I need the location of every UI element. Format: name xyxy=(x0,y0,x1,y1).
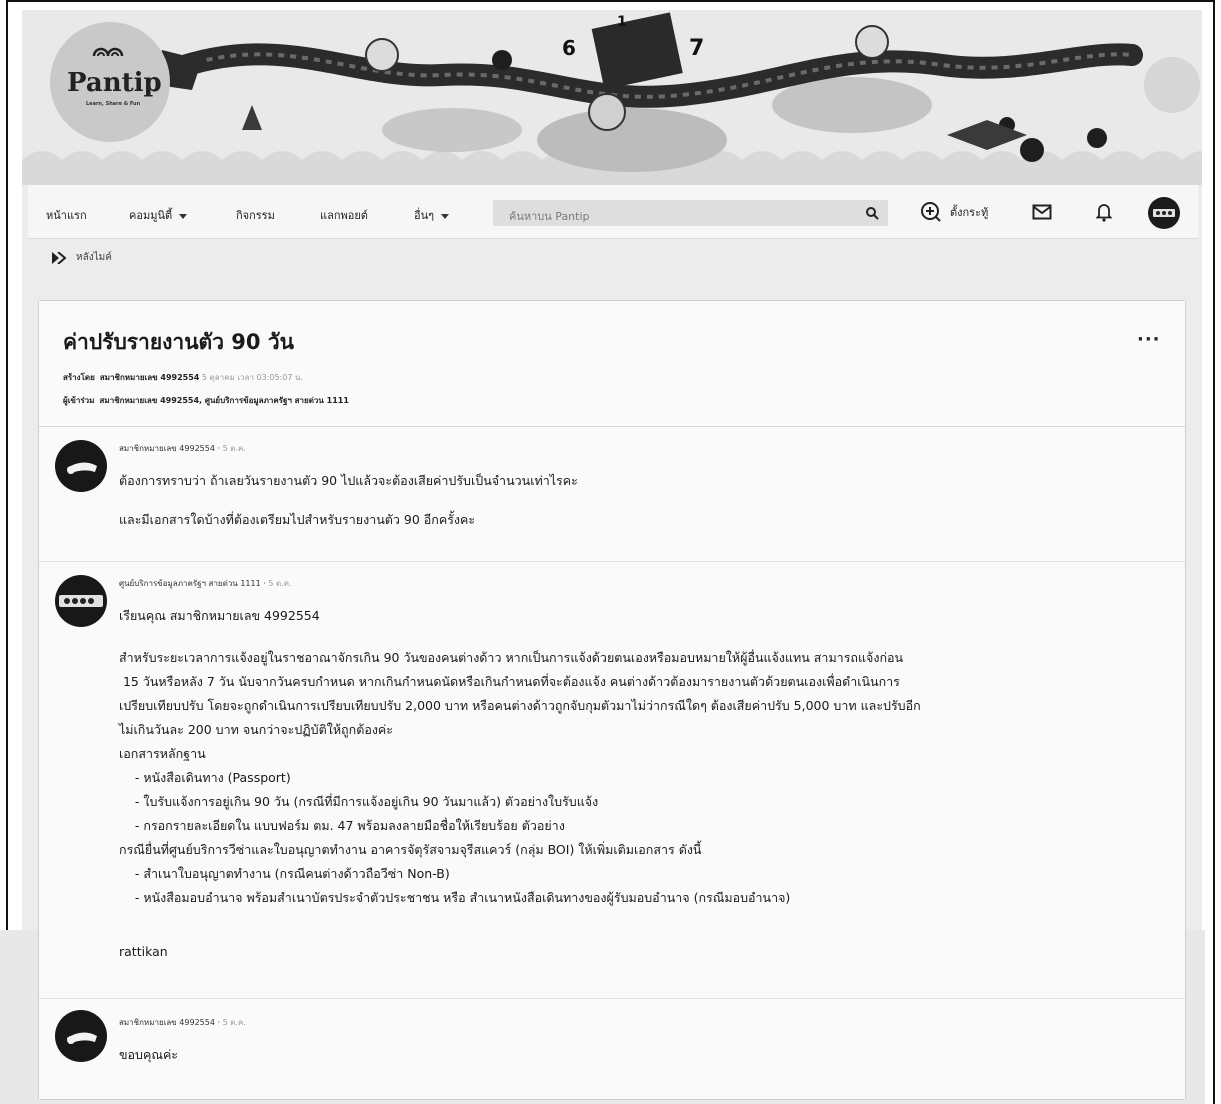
bell-icon[interactable] xyxy=(1096,202,1112,222)
pantip-logo[interactable]: Pantip Learn, Share & Fun xyxy=(50,22,170,142)
post-author-name[interactable]: สมาชิกหมายเลข 4992554 xyxy=(119,1018,215,1027)
search-input[interactable]: ค้นหาบน Pantip xyxy=(509,207,590,225)
add-topic-icon xyxy=(921,202,941,222)
nav-activities[interactable]: กิจกรรม xyxy=(236,206,275,224)
topic-participants: ผู้เข้าร่วม สมาชิกหมายเลข 4992554, ศูนย์… xyxy=(63,394,349,407)
logo-tagline: Learn, Share & Fun xyxy=(86,101,141,107)
mail-icon[interactable] xyxy=(1032,204,1052,220)
avatar-helmet-icon xyxy=(67,462,97,474)
banner-number-1: 1 xyxy=(617,14,627,30)
created-by-label: สร้างโดย xyxy=(63,373,95,382)
topic-title: ค่าปรับรายงานตัว 90 วัน xyxy=(63,330,294,354)
avatar-pattern-icon xyxy=(1153,209,1175,217)
avatar-helmet-icon xyxy=(67,1032,97,1044)
post-time: 5 ต.ค. xyxy=(268,579,292,588)
message-thread: ค่าปรับรายงานตัว 90 วัน ··· สร้างโดย สมา… xyxy=(38,300,1186,1100)
top-navbar: หน้าแรก คอมมูนิตี้ กิจกรรม แลกพอยต์ อื่น… xyxy=(28,185,1198,239)
post-author: สมาชิกหมายเลข 4992554 · 5 ต.ค. xyxy=(119,1018,246,1027)
message-item: ศูนย์บริการข้อมูลภาครัฐฯ สายด่วน 1111 · … xyxy=(39,563,1185,999)
search-box[interactable]: ค้นหาบน Pantip xyxy=(493,200,888,226)
message-line: - สำเนาใบอนุญาตทำงาน (กรณีคนต่างด้าวถือว… xyxy=(119,866,450,881)
message-line: 15 วันหรือหลัง 7 วัน นับจากวันครบกำหนด ห… xyxy=(119,674,900,689)
message-item: สมาชิกหมายเลข 4992554 · 5 ต.ค. ต้องการทร… xyxy=(39,428,1185,562)
post-time: 5 ต.ค. xyxy=(222,1018,246,1027)
header-banner: 6 1 7 Pantip Learn, Share & Fun xyxy=(22,10,1202,185)
nav-pantip-point[interactable]: แลกพอยต์ xyxy=(320,206,368,224)
nav-more-label: อื่นๆ xyxy=(414,209,435,222)
message-line: เอกสารหลักฐาน xyxy=(119,746,206,761)
post-author: สมาชิกหมายเลข 4992554 · 5 ต.ค. xyxy=(119,444,246,453)
user-avatar[interactable] xyxy=(1148,197,1180,229)
participants-label: ผู้เข้าร่วม xyxy=(63,396,95,405)
created-by-user[interactable]: สมาชิกหมายเลข 4992554 xyxy=(100,373,200,382)
message-line: กรณียื่นที่ศูนย์บริการวีซ่าและใบอนุญาตทำ… xyxy=(119,842,702,857)
topic-header: ค่าปรับรายงานตัว 90 วัน ··· สร้างโดย สมา… xyxy=(39,301,1185,427)
breadcrumb: หลังไมค์ xyxy=(52,250,112,265)
more-options-button[interactable]: ··· xyxy=(1137,329,1161,350)
message-line: และมีเอกสารใดบ้างที่ต้องเตรียมไปสำหรับรา… xyxy=(119,512,476,527)
avatar[interactable] xyxy=(55,575,107,627)
message-item: สมาชิกหมายเลข 4992554 · 5 ต.ค. ขอบคุณค่ะ xyxy=(39,1000,1185,1099)
nav-home[interactable]: หน้าแรก xyxy=(46,206,87,224)
participants-list: สมาชิกหมายเลข 4992554, ศูนย์บริการข้อมูล… xyxy=(99,396,349,405)
post-author-name[interactable]: สมาชิกหมายเลข 4992554 xyxy=(119,444,215,453)
message-line: - กรอกรายละเอียดใน แบบฟอร์ม ตม. 47 พร้อม… xyxy=(119,818,565,833)
message-line: ไม่เกินวันละ 200 บาท จนกว่าจะปฏิบัติให้ถ… xyxy=(119,722,393,737)
topic-created-by: สร้างโดย สมาชิกหมายเลข 4992554 5 ตุลาคม … xyxy=(63,371,303,384)
message-line: ขอบคุณค่ะ xyxy=(119,1047,179,1062)
post-time: 5 ต.ค. xyxy=(222,444,246,453)
logo-wordmark: Pantip xyxy=(67,68,162,98)
post-topic-label: ตั้งกระทู้ xyxy=(950,206,989,219)
post-topic-button[interactable]: ตั้งกระทู้ xyxy=(920,201,988,223)
nav-more[interactable]: อื่นๆ xyxy=(414,206,450,224)
breadcrumb-item[interactable]: หลังไมค์ xyxy=(76,250,112,265)
message-line: ต้องการทราบว่า ถ้าเลยวันรายงานตัว 90 ไปแ… xyxy=(119,473,578,488)
message-line: สำหรับระยะเวลาการแจ้งอยู่ในราชอาณาจักรเก… xyxy=(119,650,904,665)
message-line: - ใบรับแจ้งการอยู่เกิน 90 วัน (กรณีที่มี… xyxy=(119,794,599,809)
banner-number-6: 6 xyxy=(562,36,576,60)
message-line: - หนังสือมอบอำนาจ พร้อมสำเนาบัตรประจำตัว… xyxy=(119,890,791,905)
message-signature: rattikan xyxy=(119,944,168,959)
message-greeting: เรียนคุณ สมาชิกหมายเลข 4992554 xyxy=(119,608,320,623)
created-date: 5 ตุลาคม เวลา 03:05:07 น. xyxy=(201,373,303,382)
banner-number-7: 7 xyxy=(689,36,704,61)
chevron-down-icon xyxy=(441,213,450,219)
avatar[interactable] xyxy=(55,1010,107,1062)
message-line: - หนังสือเดินทาง (Passport) xyxy=(119,770,291,785)
search-icon[interactable] xyxy=(864,205,880,221)
nav-community-label: คอมมูนิตี้ xyxy=(129,209,173,222)
post-author-name[interactable]: ศูนย์บริการข้อมูลภาครัฐฯ สายด่วน 1111 xyxy=(119,579,261,588)
back-mail-icon xyxy=(52,251,67,264)
chevron-down-icon xyxy=(179,213,188,219)
message-line: เปรียบเทียบปรับ โดยจะถูกดำเนินการเปรียบเ… xyxy=(119,698,921,713)
post-author: ศูนย์บริการข้อมูลภาครัฐฯ สายด่วน 1111 · … xyxy=(119,579,292,588)
nav-community[interactable]: คอมมูนิตี้ xyxy=(129,206,188,224)
avatar-pattern-icon xyxy=(59,595,103,607)
logo-mark-icon xyxy=(92,47,124,57)
banner-illustration: 6 1 7 xyxy=(22,12,1202,185)
avatar[interactable] xyxy=(55,440,107,492)
